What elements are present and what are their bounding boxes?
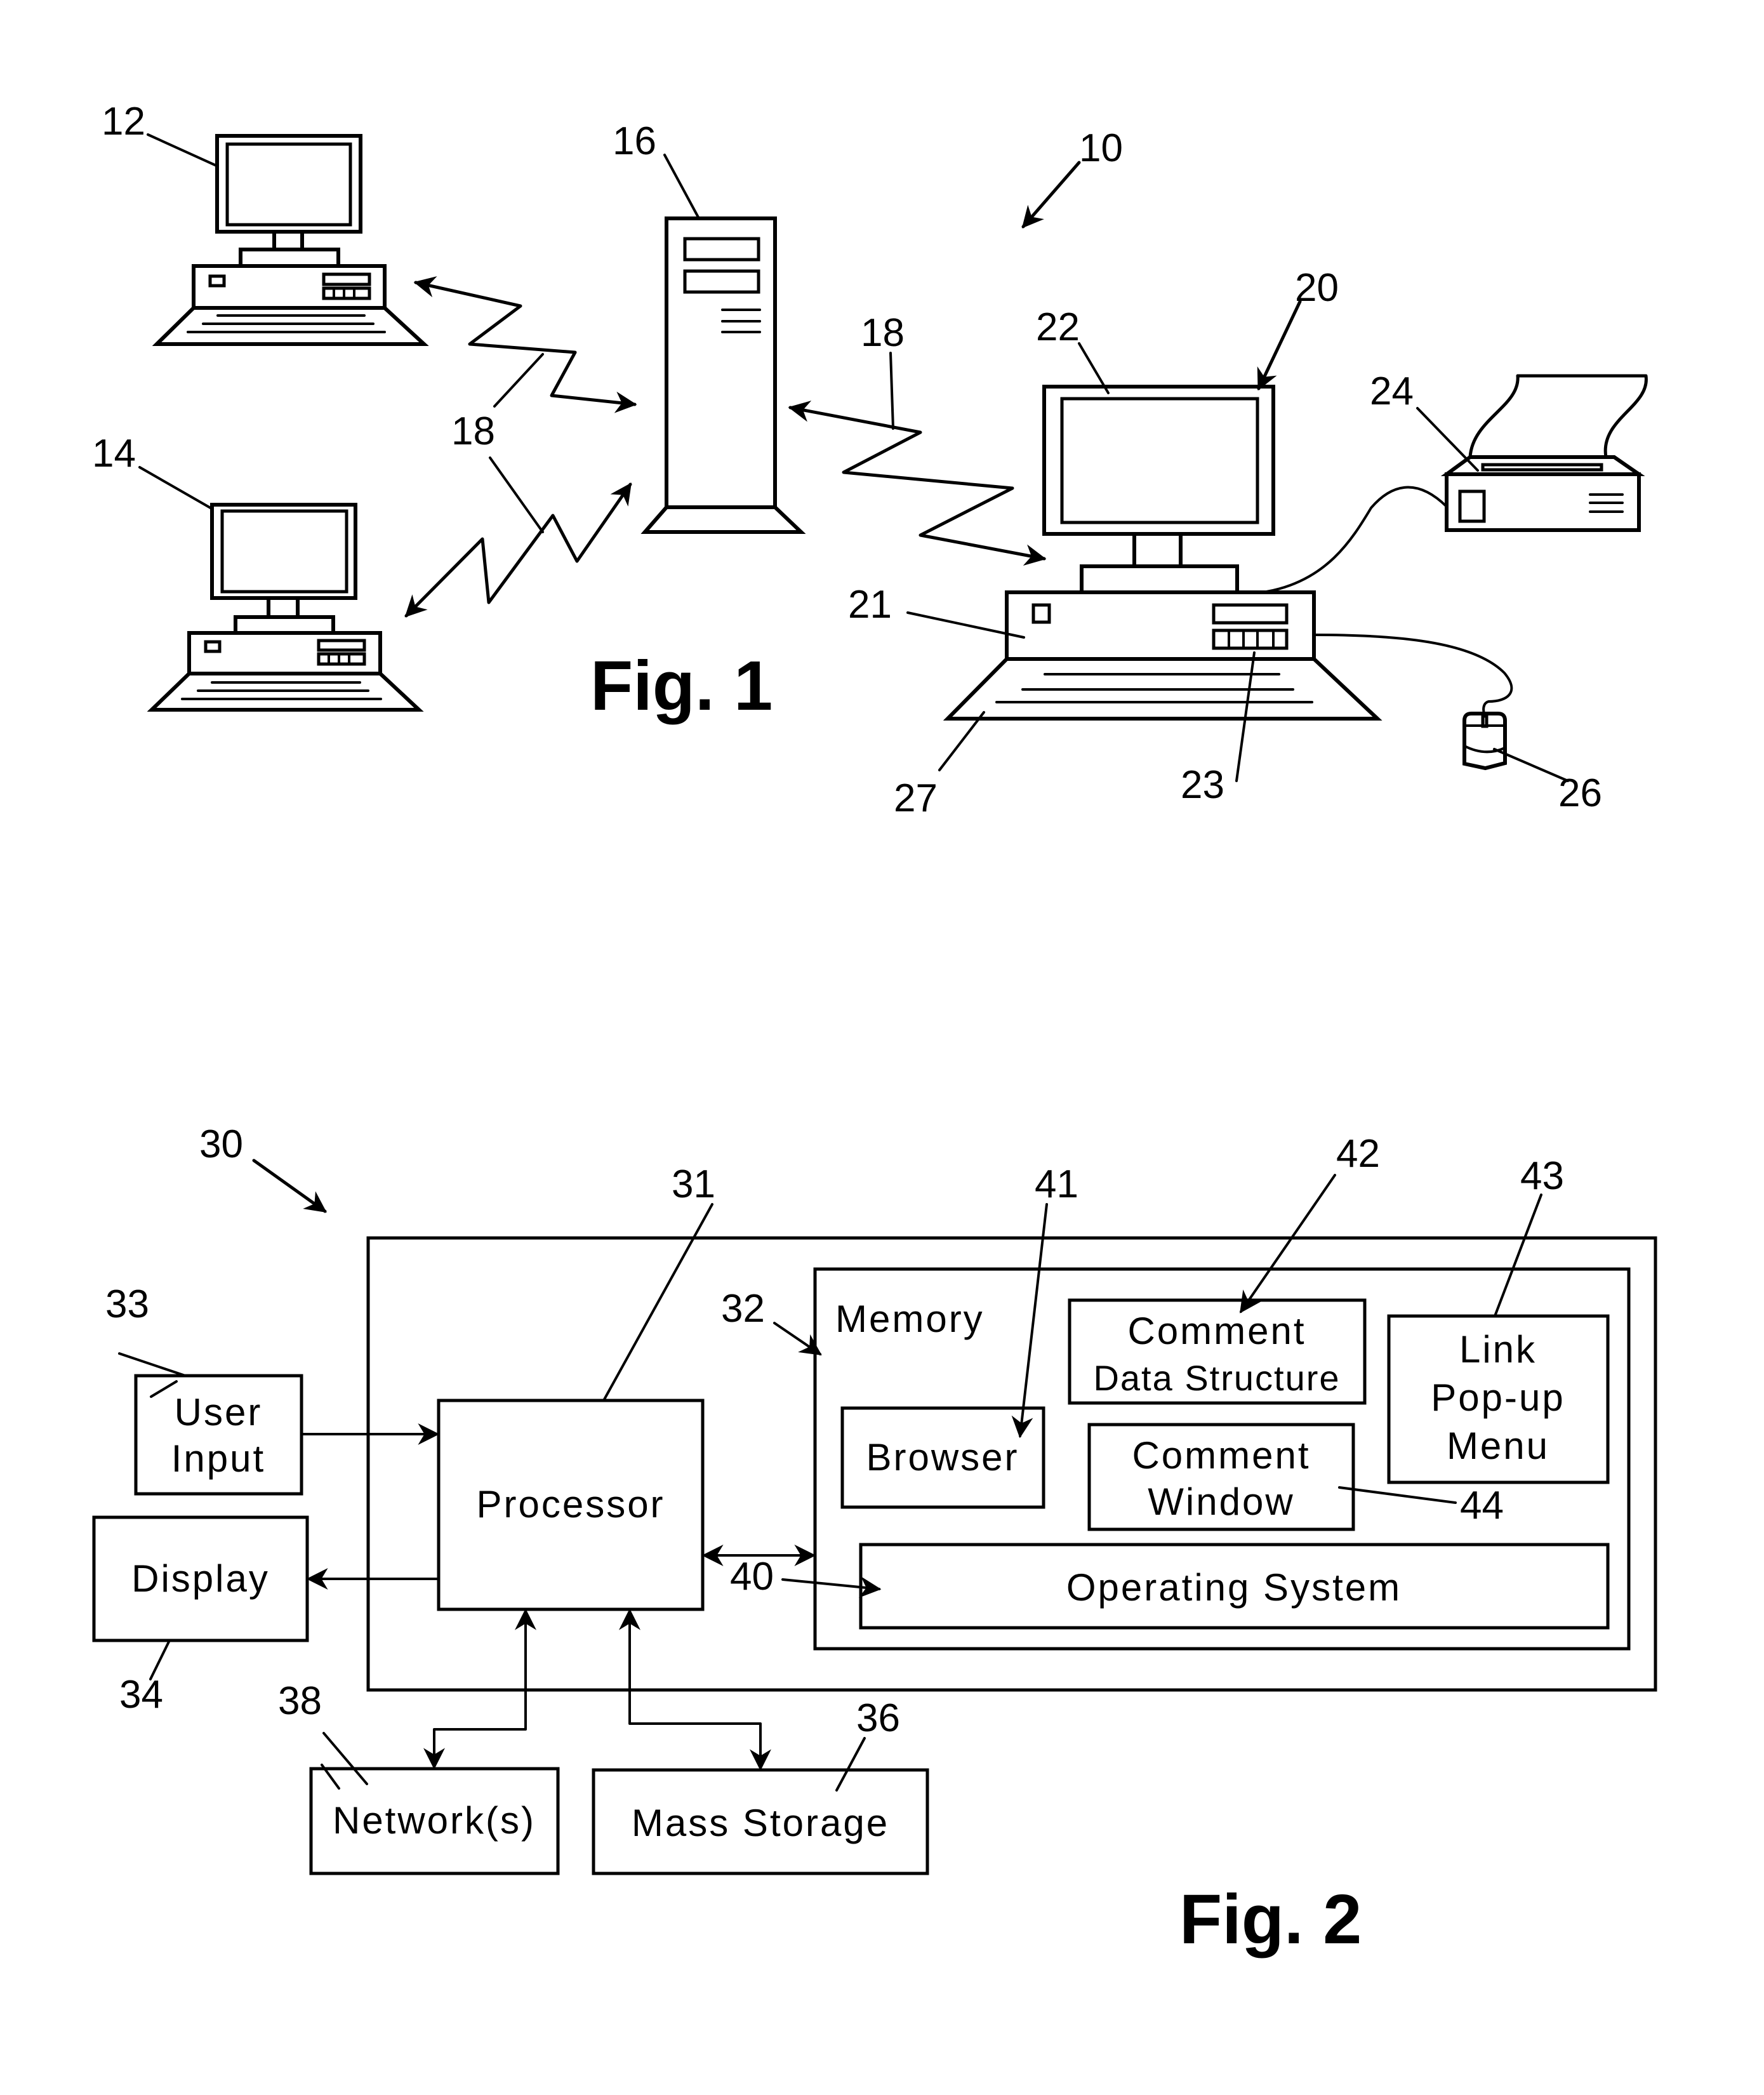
ref-26: 26 — [1558, 771, 1602, 815]
link-popup-menu-line1: Link — [1459, 1328, 1537, 1371]
link-popup-menu-line2: Pop-up — [1431, 1376, 1565, 1419]
figure-1-caption: Fig. 1 — [590, 647, 773, 725]
ref-32: 32 — [721, 1287, 765, 1331]
ref-34: 34 — [119, 1673, 163, 1717]
ref-30: 30 — [199, 1122, 243, 1166]
ref-43: 43 — [1520, 1154, 1564, 1198]
link-popup-menu-line3: Menu — [1447, 1425, 1549, 1467]
display-label: Display — [131, 1557, 270, 1600]
comment-window-line2: Window — [1148, 1480, 1294, 1523]
client-computer-14 — [147, 503, 424, 712]
ref-14: 14 — [92, 432, 136, 476]
client-14-stand — [234, 615, 335, 635]
server-16 — [640, 216, 806, 534]
client-12-keyboard — [152, 306, 429, 346]
processor-label: Processor — [476, 1483, 665, 1526]
ref-10: 10 — [1079, 126, 1123, 170]
network-link-client-14 — [404, 482, 632, 618]
printer-paper-left — [1468, 374, 1520, 459]
client-computer-12 — [152, 134, 429, 346]
ref-12: 12 — [102, 100, 145, 143]
figure-2: Processor User Input Display Memory Brow… — [92, 1122, 1657, 1959]
ref-31: 31 — [672, 1162, 715, 1206]
server-tower — [665, 216, 777, 509]
ref-42: 42 — [1336, 1132, 1380, 1176]
network-link-workstation-20 — [788, 401, 1047, 566]
comment-window-line1: Comment — [1132, 1434, 1310, 1477]
ref-27: 27 — [894, 776, 938, 820]
mass-storage-label: Mass Storage — [632, 1802, 889, 1844]
client-12-stand — [239, 248, 340, 268]
network-link-client-12 — [413, 276, 637, 413]
workstation-neck — [1132, 532, 1183, 568]
user-input-label-line2: Input — [171, 1437, 265, 1480]
ref-21: 21 — [848, 583, 892, 627]
client-14-neck — [267, 596, 300, 619]
user-input-label-line1: User — [175, 1391, 263, 1433]
figure-1: 12 14 16 18 18 10 20 22 24 21 27 23 26 F… — [92, 100, 1648, 820]
workstation-stand — [1080, 564, 1239, 594]
ref-38: 38 — [278, 1679, 322, 1723]
printer-cable — [1265, 486, 1448, 593]
ref-18-left: 18 — [451, 409, 495, 453]
operating-system-label: Operating System — [1066, 1566, 1402, 1609]
figure-2-caption: Fig. 2 — [1179, 1880, 1362, 1959]
client-14-monitor — [210, 503, 357, 600]
memory-label: Memory — [835, 1298, 985, 1340]
networks-label: Network(s) — [333, 1799, 536, 1842]
mouse-body — [1462, 712, 1507, 771]
ref-24: 24 — [1370, 369, 1414, 413]
comment-data-structure-line1: Comment — [1127, 1310, 1306, 1352]
printer-24 — [1440, 374, 1648, 532]
ref-23: 23 — [1181, 763, 1224, 807]
server-base — [640, 505, 806, 534]
client-12-monitor — [215, 134, 362, 234]
ref-16: 16 — [613, 119, 656, 163]
ref-40: 40 — [730, 1555, 774, 1599]
comment-data-structure-line2: Data Structure — [1093, 1358, 1340, 1398]
client-12-neck — [272, 230, 304, 251]
workstation-monitor — [1042, 385, 1275, 536]
ref-41: 41 — [1035, 1162, 1078, 1206]
ref-33: 33 — [105, 1282, 149, 1326]
ref-18-right: 18 — [861, 311, 905, 355]
ref-20: 20 — [1295, 266, 1339, 310]
patent-drawing-sheet: 12 14 16 18 18 10 20 22 24 21 27 23 26 F… — [0, 0, 1764, 2095]
browser-label: Browser — [866, 1436, 1019, 1479]
ref-22: 22 — [1036, 305, 1080, 349]
ref-44: 44 — [1460, 1484, 1504, 1527]
ref-36: 36 — [856, 1696, 900, 1740]
